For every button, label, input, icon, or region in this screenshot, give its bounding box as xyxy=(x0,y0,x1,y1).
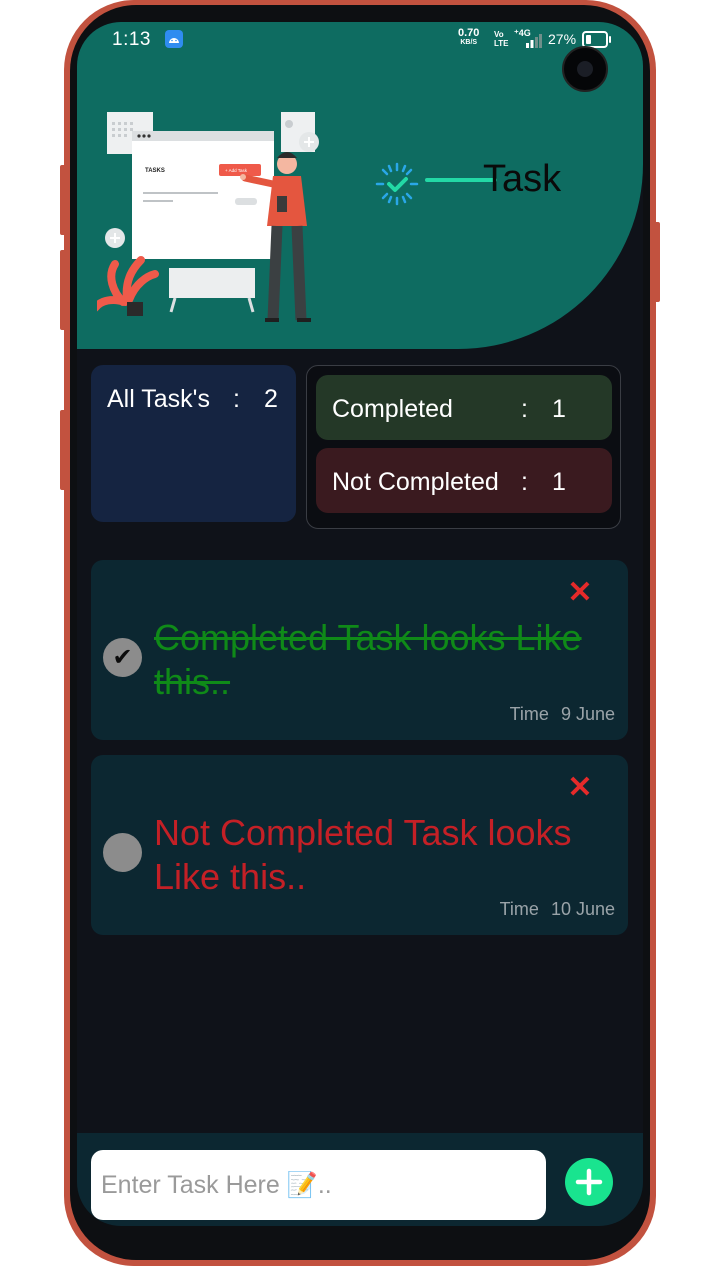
task-complete-toggle[interactable] xyxy=(103,833,142,872)
task-text: Completed Task looks Like this.. xyxy=(154,617,582,702)
status-bar: 1:13 0.70 KB/S Vo LTE ⁺4G 27% xyxy=(77,22,643,58)
side-button-left-1 xyxy=(60,165,66,235)
volte-indicator: Vo LTE xyxy=(494,30,509,48)
task-time-label: Time xyxy=(509,704,549,724)
volte-bottom: LTE xyxy=(494,39,509,48)
task-date: 10 June xyxy=(550,899,615,919)
app-screen: 1:13 0.70 KB/S Vo LTE ⁺4G 27% TASKS + Ad… xyxy=(77,22,643,1226)
illustration-panel-title: TASKS xyxy=(145,168,165,174)
task-complete-toggle[interactable]: ✔ xyxy=(103,638,142,677)
check-badge-icon xyxy=(375,162,419,206)
task-meta: Time 10 June xyxy=(500,899,615,920)
android-icon xyxy=(165,30,183,48)
status-summary-card: Completed : 1 Not Completed : 1 xyxy=(306,365,621,529)
header-illustration: TASKS + Add Task xyxy=(97,112,319,322)
all-tasks-card[interactable]: All Task's : 2 xyxy=(91,365,296,522)
all-tasks-count: 2 xyxy=(264,385,278,413)
side-button-right xyxy=(654,222,660,302)
battery-percent: 27% xyxy=(548,31,577,47)
plus-icon xyxy=(575,1168,603,1196)
completed-filter[interactable]: Completed : 1 xyxy=(316,375,612,440)
task-date: 9 June xyxy=(560,704,615,724)
not-completed-count: 1 xyxy=(552,468,566,496)
completed-count: 1 xyxy=(552,395,566,423)
all-tasks-separator: : xyxy=(233,385,240,413)
not-completed-label: Not Completed xyxy=(332,468,499,496)
task-input[interactable] xyxy=(91,1150,546,1220)
volte-top: Vo xyxy=(494,30,504,39)
signal-icon xyxy=(526,34,542,48)
delete-icon[interactable]: ✕ xyxy=(567,578,593,608)
status-time: 1:13 xyxy=(112,29,151,50)
task-text: Not Completed Task looks Like this.. xyxy=(154,812,572,897)
side-button-left-2 xyxy=(60,250,66,330)
network-speed-unit: KB/S xyxy=(460,39,478,46)
app-brand: Task xyxy=(375,158,595,206)
network-speed: 0.70 KB/S xyxy=(458,28,479,48)
front-camera xyxy=(562,46,608,92)
all-tasks-label: All Task's xyxy=(107,385,210,413)
completed-separator: : xyxy=(521,395,528,423)
add-task-button[interactable] xyxy=(565,1158,613,1206)
delete-icon[interactable]: ✕ xyxy=(567,773,593,803)
side-button-left-3 xyxy=(60,410,66,490)
not-completed-filter[interactable]: Not Completed : 1 xyxy=(316,448,612,513)
app-title: Task xyxy=(483,158,562,200)
illustration-add-task-button: + Add Task xyxy=(225,168,248,173)
not-completed-separator: : xyxy=(521,468,528,496)
task-item-completed: ✕ ✔ Completed Task looks Like this.. Tim… xyxy=(91,560,628,740)
task-input-bar xyxy=(77,1133,643,1226)
task-meta: Time 9 June xyxy=(510,704,615,725)
check-mark-icon: ✔ xyxy=(112,644,133,671)
completed-label: Completed xyxy=(332,395,453,423)
task-item-not-completed: ✕ Not Completed Task looks Like this.. T… xyxy=(91,755,628,935)
task-time-label: Time xyxy=(499,899,539,919)
